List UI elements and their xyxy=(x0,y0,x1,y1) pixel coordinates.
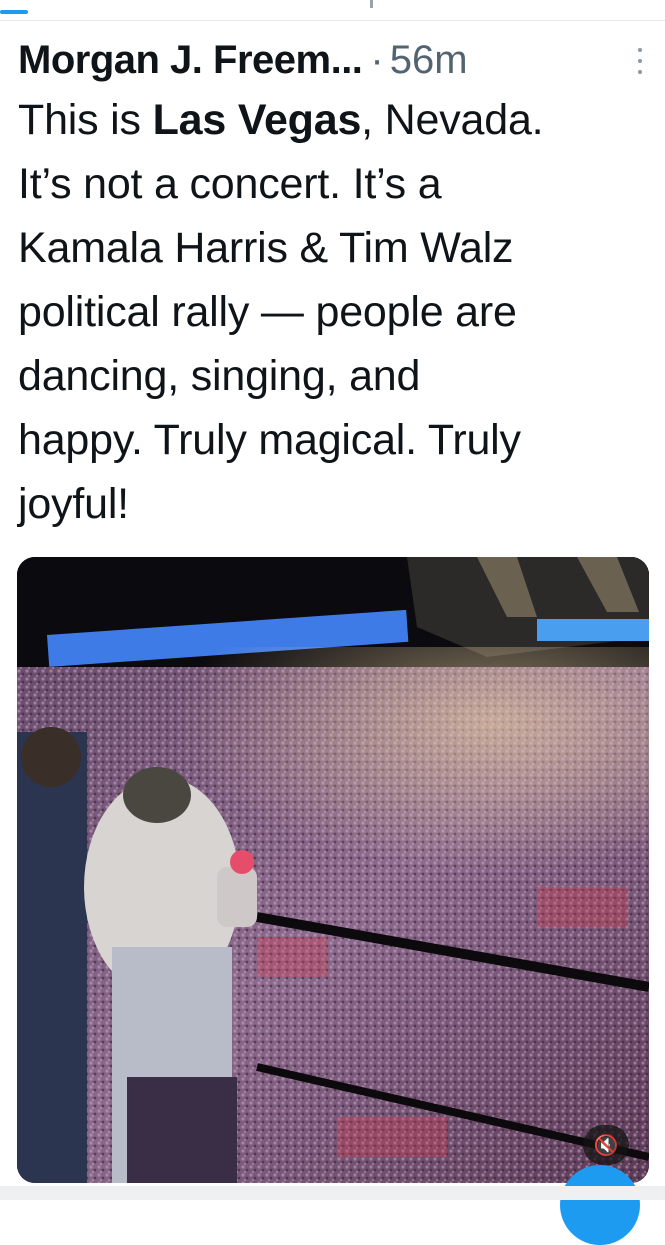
compose-button[interactable] xyxy=(560,1165,640,1245)
top-tab-bar xyxy=(0,0,665,21)
bottom-nav-edge xyxy=(0,1186,665,1200)
arena-crowd-video-frame xyxy=(17,557,649,1183)
header-separator: · xyxy=(370,37,384,82)
post-text-line: happy. Truly magical. Truly xyxy=(18,416,521,464)
author-name[interactable]: Morgan J. Freem... xyxy=(18,38,363,83)
more-options-icon[interactable] xyxy=(635,48,645,74)
video-player[interactable]: 🔇 xyxy=(17,557,649,1183)
post-text: This is Las Vegas, Nevada. It’s not a co… xyxy=(18,88,648,536)
post-text-line: joyful! xyxy=(18,480,129,528)
post-text-line: Kamala Harris & Tim Walz xyxy=(18,224,514,272)
post-timestamp[interactable]: 56m xyxy=(390,38,468,83)
speaker-muted-icon: 🔇 xyxy=(593,1134,619,1157)
post-header: Morgan J. Freem... · 56m xyxy=(18,34,647,86)
active-tab-indicator xyxy=(0,10,28,14)
tab-divider xyxy=(370,0,373,8)
post-text-line: This is Las Vegas, Nevada. xyxy=(18,96,544,144)
post-text-line: dancing, singing, and xyxy=(18,352,421,400)
post-text-line: political rally — people are xyxy=(18,288,517,336)
mute-button[interactable]: 🔇 xyxy=(583,1125,629,1165)
location-bold: Las Vegas xyxy=(152,96,362,144)
post-text-line: It’s not a concert. It’s a xyxy=(18,160,442,208)
